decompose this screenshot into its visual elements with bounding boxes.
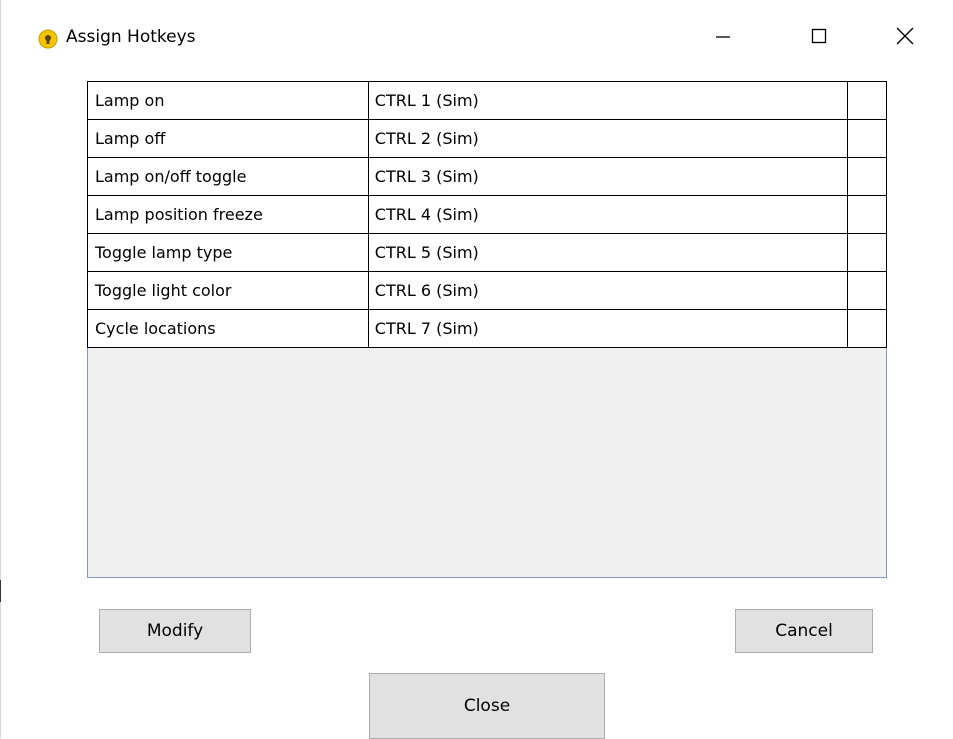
table-row[interactable]: Lamp position freeze CTRL 4 (Sim)	[87, 195, 887, 234]
table-row[interactable]: Lamp on/off toggle CTRL 3 (Sim)	[87, 157, 887, 196]
maximize-icon	[811, 28, 827, 44]
action-cell[interactable]: Lamp on/off toggle	[87, 157, 369, 196]
window-close-button[interactable]	[882, 16, 928, 56]
hotkey-cell[interactable]: CTRL 2 (Sim)	[367, 119, 849, 158]
action-cell[interactable]: Toggle lamp type	[87, 233, 369, 272]
window-left-edge	[0, 0, 1, 738]
extra-cell[interactable]	[847, 157, 887, 196]
extra-cell[interactable]	[847, 271, 887, 310]
extra-cell[interactable]	[847, 233, 887, 272]
close-button[interactable]: Close	[369, 673, 605, 739]
hotkey-cell[interactable]: CTRL 7 (Sim)	[367, 309, 849, 348]
action-cell[interactable]: Toggle light color	[87, 271, 369, 310]
table-row[interactable]: Toggle lamp type CTRL 5 (Sim)	[87, 233, 887, 272]
minimize-icon	[716, 36, 730, 38]
window-title: Assign Hotkeys	[66, 27, 196, 47]
table-row[interactable]: Lamp on CTRL 1 (Sim)	[87, 81, 887, 120]
table-row[interactable]: Lamp off CTRL 2 (Sim)	[87, 119, 887, 158]
lightbulb-icon	[38, 29, 58, 49]
hotkeys-grid[interactable]: Lamp on CTRL 1 (Sim) Lamp off CTRL 2 (Si…	[87, 81, 887, 578]
action-cell[interactable]: Lamp off	[87, 119, 369, 158]
extra-cell[interactable]	[847, 81, 887, 120]
extra-cell[interactable]	[847, 119, 887, 158]
table-row[interactable]: Toggle light color CTRL 6 (Sim)	[87, 271, 887, 310]
hotkeys-table: Lamp on CTRL 1 (Sim) Lamp off CTRL 2 (Si…	[87, 81, 887, 348]
title-bar[interactable]: Assign Hotkeys	[0, 0, 953, 58]
maximize-button[interactable]	[796, 16, 842, 56]
action-cell[interactable]: Lamp position freeze	[87, 195, 369, 234]
hotkey-cell[interactable]: CTRL 6 (Sim)	[367, 271, 849, 310]
cancel-button[interactable]: Cancel	[735, 609, 873, 653]
extra-cell[interactable]	[847, 309, 887, 348]
close-icon	[896, 27, 914, 45]
modify-button[interactable]: Modify	[99, 609, 251, 653]
table-row[interactable]: Cycle locations CTRL 7 (Sim)	[87, 309, 887, 348]
hotkey-cell[interactable]: CTRL 3 (Sim)	[367, 157, 849, 196]
hotkey-cell[interactable]: CTRL 4 (Sim)	[367, 195, 849, 234]
extra-cell[interactable]	[847, 195, 887, 234]
assign-hotkeys-dialog: Assign Hotkeys Lamp on CTRL 1 (Sim) Lamp…	[0, 0, 953, 739]
action-cell[interactable]: Lamp on	[87, 81, 369, 120]
hotkey-cell[interactable]: CTRL 5 (Sim)	[367, 233, 849, 272]
hotkey-cell[interactable]: CTRL 1 (Sim)	[367, 81, 849, 120]
minimize-button[interactable]	[700, 16, 746, 56]
action-cell[interactable]: Cycle locations	[87, 309, 369, 348]
